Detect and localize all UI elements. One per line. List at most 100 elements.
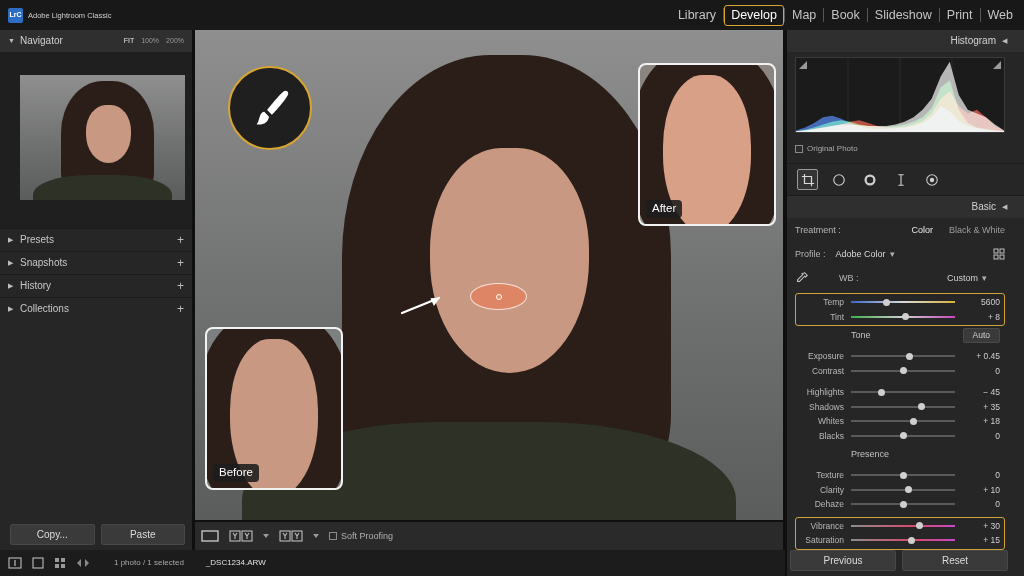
add-button[interactable]: + xyxy=(177,302,184,316)
slider-thumb[interactable] xyxy=(900,501,907,508)
module-tab[interactable]: Print xyxy=(940,5,980,26)
slider-thumb[interactable] xyxy=(918,403,925,410)
zoom-option[interactable]: 100% xyxy=(141,37,159,45)
tool-button[interactable] xyxy=(828,169,849,190)
slider-value[interactable]: + 10 xyxy=(962,485,1000,495)
checkbox[interactable] xyxy=(329,532,337,540)
slider-track[interactable] xyxy=(851,489,955,491)
expand-toggle[interactable]: ▶ xyxy=(8,282,20,290)
paste-button[interactable]: Paste xyxy=(101,524,186,545)
radial-icon[interactable] xyxy=(925,173,939,187)
wb-caret[interactable]: ▾ xyxy=(982,273,987,284)
slider-track[interactable] xyxy=(851,406,955,408)
slider-thumb[interactable] xyxy=(902,313,909,320)
dropdown-icon[interactable] xyxy=(263,534,269,538)
add-button[interactable]: + xyxy=(177,279,184,293)
slider-track[interactable] xyxy=(851,391,955,393)
slider-value[interactable]: 0 xyxy=(962,366,1000,376)
auto-button[interactable]: Auto xyxy=(963,328,1001,343)
navigator-thumbnail[interactable] xyxy=(20,75,185,200)
slider-thumb[interactable] xyxy=(906,353,913,360)
tool-button[interactable] xyxy=(890,169,911,190)
slider-track[interactable] xyxy=(851,316,955,318)
brush-mask[interactable] xyxy=(470,283,527,310)
second-window-icon[interactable] xyxy=(32,557,44,569)
slider-thumb[interactable] xyxy=(910,418,917,425)
brush-icon[interactable] xyxy=(228,66,312,150)
collapse-toggle[interactable]: ▼ xyxy=(8,37,20,45)
slider-value[interactable]: + 18 xyxy=(962,416,1000,426)
add-button[interactable]: + xyxy=(177,256,184,270)
loupe-view-icon[interactable] xyxy=(201,530,219,542)
slider-thumb[interactable] xyxy=(908,537,915,544)
slider-value[interactable]: + 8 xyxy=(962,312,1000,322)
profile-caret[interactable]: ▾ xyxy=(890,249,895,260)
slider-track[interactable] xyxy=(851,301,955,303)
module-tab[interactable]: Slideshow xyxy=(868,5,939,26)
slider-track[interactable] xyxy=(851,503,955,505)
module-tab[interactable]: Library xyxy=(671,5,723,26)
collapse-toggle[interactable]: ◀ xyxy=(1002,37,1014,45)
expand-toggle[interactable]: ▶ xyxy=(8,236,20,244)
profile-select[interactable]: Adobe Color xyxy=(836,249,886,260)
wb-select[interactable]: Custom xyxy=(947,273,978,284)
profile-browser-icon[interactable] xyxy=(993,248,1005,260)
collapse-toggle[interactable]: ◀ xyxy=(1002,203,1014,211)
slider-track[interactable] xyxy=(851,370,955,372)
slider-track[interactable] xyxy=(851,355,955,357)
slider-track[interactable] xyxy=(851,420,955,422)
tool-button[interactable] xyxy=(797,169,818,190)
slider-value[interactable]: 0 xyxy=(962,470,1000,480)
slider-track[interactable] xyxy=(851,474,955,476)
slider-value[interactable]: 5600 xyxy=(962,297,1000,307)
slider-thumb[interactable] xyxy=(883,299,890,306)
module-tab[interactable]: Book xyxy=(824,5,867,26)
slider-thumb[interactable] xyxy=(900,367,907,374)
panel-section[interactable]: ▶Presets+ xyxy=(0,228,192,251)
treatment-option[interactable]: Color xyxy=(911,225,933,236)
slider-track[interactable] xyxy=(851,539,955,541)
tool-button[interactable] xyxy=(859,169,880,190)
module-tab[interactable]: Develop xyxy=(724,5,784,26)
slider-value[interactable]: + 30 xyxy=(962,521,1000,531)
slider-value[interactable]: + 35 xyxy=(962,402,1000,412)
basic-header[interactable]: Basic◀ xyxy=(787,196,1024,218)
checkbox[interactable] xyxy=(795,145,803,153)
compare-view-icon[interactable] xyxy=(229,530,253,542)
expand-toggle[interactable]: ▶ xyxy=(8,259,20,267)
tool-button[interactable] xyxy=(921,169,942,190)
slider-thumb[interactable] xyxy=(900,472,907,479)
slider-track[interactable] xyxy=(851,525,955,527)
slider-value[interactable]: + 0.45 xyxy=(962,351,1000,361)
panel-section[interactable]: ▶History+ xyxy=(0,274,192,297)
highlight-clipping-icon[interactable] xyxy=(993,61,1001,69)
dropdown-icon[interactable] xyxy=(313,534,319,538)
histogram-header[interactable]: Histogram◀ xyxy=(787,30,1024,52)
module-tab[interactable]: Map xyxy=(785,5,823,26)
slider-value[interactable]: 0 xyxy=(962,499,1000,509)
eyedropper-icon[interactable] xyxy=(795,271,809,285)
spot-icon[interactable] xyxy=(832,173,846,187)
shadow-clipping-icon[interactable] xyxy=(799,61,807,69)
panel-section[interactable]: ▶Snapshots+ xyxy=(0,251,192,274)
swap-view-icon[interactable] xyxy=(279,530,303,542)
redeye-icon[interactable] xyxy=(863,173,877,187)
slider-track[interactable] xyxy=(851,435,955,437)
treatment-option[interactable]: Black & White xyxy=(949,225,1005,236)
slider-thumb[interactable] xyxy=(878,389,885,396)
main-window-icon[interactable] xyxy=(8,557,22,569)
crop-icon[interactable] xyxy=(801,173,815,187)
copy-button[interactable]: Copy... xyxy=(10,524,95,545)
graduated-icon[interactable] xyxy=(894,173,908,187)
navigate-arrows-icon[interactable] xyxy=(76,558,90,568)
slider-thumb[interactable] xyxy=(900,432,907,439)
soft-proofing-checkbox[interactable]: Soft Proofing xyxy=(329,531,393,542)
histogram-chart[interactable] xyxy=(795,57,1005,133)
original-photo-checkbox[interactable]: Original Photo xyxy=(795,141,1005,157)
slider-value[interactable]: + 15 xyxy=(962,535,1000,545)
slider-value[interactable]: − 45 xyxy=(962,387,1000,397)
module-tab[interactable]: Web xyxy=(981,5,1020,26)
panel-section[interactable]: ▶Collections+ xyxy=(0,297,192,320)
previous-button[interactable]: Previous xyxy=(790,550,896,571)
expand-toggle[interactable]: ▶ xyxy=(8,305,20,313)
